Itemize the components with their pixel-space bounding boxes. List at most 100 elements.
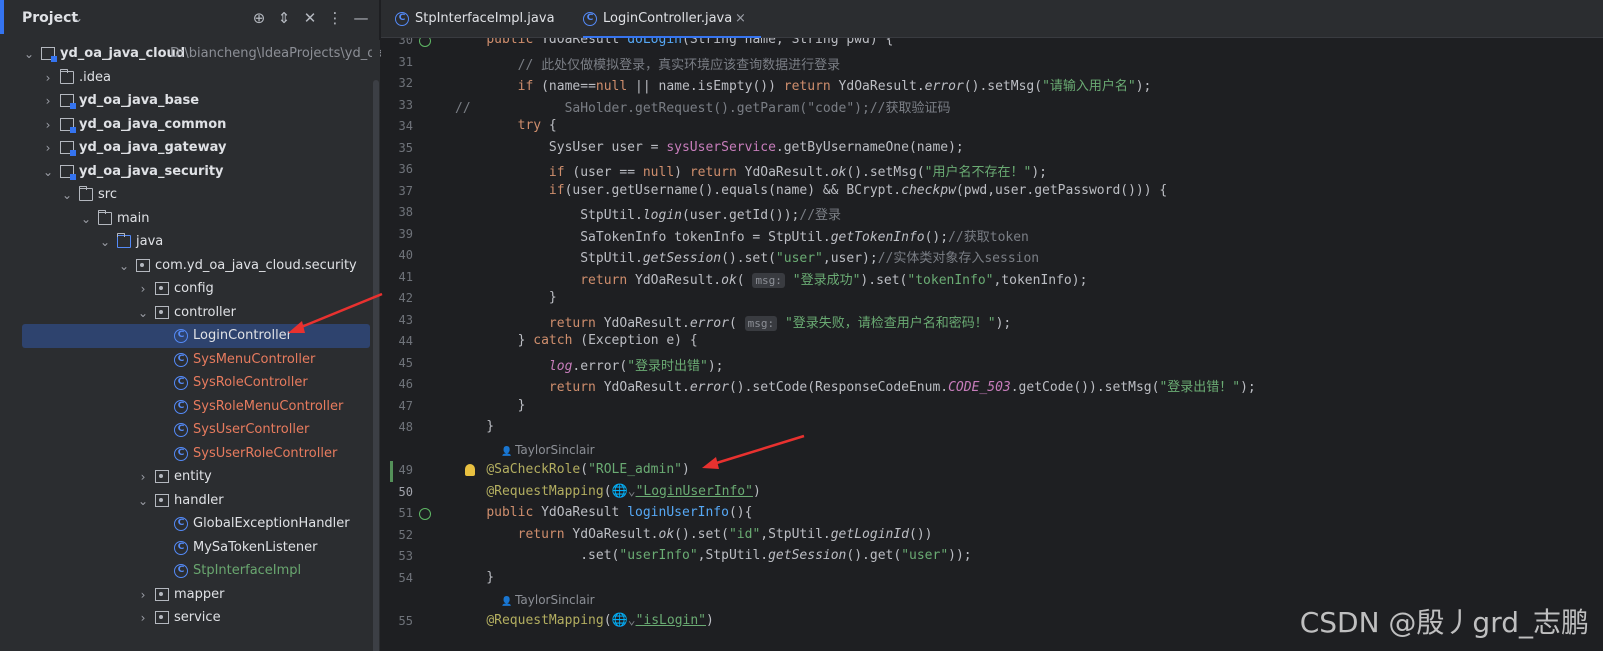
tree-item-sysmenucontroller[interactable]: C SysMenuController bbox=[0, 348, 372, 372]
chevron-down-icon[interactable]: ⌄ bbox=[136, 489, 150, 513]
chevron-right-icon[interactable]: › bbox=[41, 66, 55, 90]
chevron-right-icon[interactable]: › bbox=[136, 583, 150, 607]
tree-item-label: yd_oa_java_gateway bbox=[79, 140, 227, 155]
class-icon: C bbox=[174, 540, 188, 555]
package-icon bbox=[155, 611, 169, 624]
line-number: 36 bbox=[398, 162, 413, 176]
chevron-down-icon[interactable]: ⌄ bbox=[60, 183, 74, 207]
tree-item-sysusercontroller[interactable]: C SysUserController bbox=[0, 418, 372, 442]
chevron-down-icon[interactable]: ⌄ bbox=[79, 207, 93, 231]
collapse-all-icon[interactable]: ✕ bbox=[301, 8, 319, 28]
code-line[interactable]: } bbox=[455, 290, 557, 305]
tree-item-yd-oa-java-cloud[interactable]: ⌄ yd_oa_java_cloud D:\biancheng\IdeaProjec… bbox=[0, 42, 393, 66]
tree-item-com-yd-oa-java-cloud-security[interactable]: ⌄ com.yd_oa_java_cloud.security bbox=[0, 254, 372, 278]
tree-item-yd-oa-java-base[interactable]: › yd_oa_java_base bbox=[0, 89, 372, 113]
tree-item-sysrolecontroller[interactable]: C SysRoleController bbox=[0, 371, 372, 395]
line-number: 49 bbox=[398, 463, 413, 477]
line-number: 43 bbox=[398, 312, 413, 327]
code-line[interactable]: if (user == null) return YdOaResult.ok()… bbox=[455, 161, 1047, 180]
code-line[interactable]: return YdOaResult.error().setCode(Respon… bbox=[455, 376, 1256, 395]
code-line[interactable]: StpUtil.login(user.getId());//登录 bbox=[455, 204, 841, 223]
code-line[interactable]: log.error("登录时出错"); bbox=[455, 355, 724, 374]
folder-icon bbox=[60, 68, 74, 84]
tree-item-config[interactable]: › config bbox=[0, 277, 372, 301]
chevron-right-icon[interactable]: › bbox=[136, 465, 150, 489]
chevron-down-icon[interactable]: ⌄ bbox=[73, 11, 83, 25]
chevron-right-icon[interactable]: › bbox=[41, 113, 55, 137]
tree-item-stpinterfaceimpl[interactable]: C StpInterfaceImpl bbox=[0, 559, 372, 583]
chevron-right-icon[interactable]: › bbox=[41, 89, 55, 113]
code-line[interactable]: public YdOaResult loginUserInfo(){ bbox=[455, 505, 752, 520]
code-line[interactable]: } bbox=[455, 570, 494, 585]
code-line[interactable]: @RequestMapping(🌐⌄"LoginUserInfo") bbox=[455, 484, 760, 499]
line-number: 37 bbox=[398, 183, 413, 198]
code-line[interactable]: // 此处仅做模拟登录，真实环境应该查询数据进行登录 bbox=[455, 54, 840, 73]
tree-item-main[interactable]: ⌄ main bbox=[0, 207, 372, 231]
endpoint-gutter-icon[interactable] bbox=[419, 38, 431, 47]
tree-item-handler[interactable]: ⌄ handler bbox=[0, 489, 372, 513]
package-icon bbox=[155, 305, 169, 319]
chevron-right-icon[interactable]: › bbox=[41, 136, 55, 160]
tree-item-src[interactable]: ⌄ src bbox=[0, 183, 372, 207]
tree-item-globalexceptionhandler[interactable]: C GlobalExceptionHandler bbox=[0, 512, 372, 536]
tab-logincontroller[interactable]: C LoginController.java × bbox=[583, 0, 761, 38]
code-line[interactable]: .set("userInfo",StpUtil.getSession().get… bbox=[455, 548, 971, 563]
author-inlay-hint[interactable]: TaylorSinclair bbox=[501, 593, 595, 607]
code-editor[interactable]: 30 public YdOaResult doLogin(String name… bbox=[381, 38, 1603, 651]
chevron-down-icon[interactable]: ⌄ bbox=[22, 42, 36, 66]
chevron-down-icon[interactable]: ⌄ bbox=[136, 301, 150, 325]
tree-item-yd-oa-java-common[interactable]: › yd_oa_java_common bbox=[0, 113, 372, 137]
code-line[interactable]: @SaCheckRole("ROLE_admin") bbox=[455, 462, 690, 477]
scrollbar-thumb[interactable] bbox=[373, 80, 379, 651]
package-icon bbox=[155, 470, 169, 483]
tree-item-mysatokenlistener[interactable]: C MySaTokenListener bbox=[0, 536, 372, 560]
code-line[interactable]: try { bbox=[455, 118, 557, 133]
tree-item--idea[interactable]: › .idea bbox=[0, 66, 372, 90]
code-line[interactable]: return YdOaResult.ok( msg: "登录成功").set("… bbox=[455, 269, 1087, 288]
package-icon bbox=[136, 258, 150, 272]
tree-item-java[interactable]: ⌄ java bbox=[0, 230, 372, 254]
tree-scrollbar[interactable] bbox=[372, 40, 380, 651]
tree-item-mapper[interactable]: › mapper bbox=[0, 583, 372, 607]
code-line[interactable]: } bbox=[455, 419, 494, 434]
more-options-icon[interactable]: ⋮ bbox=[326, 8, 344, 28]
code-line[interactable]: @RequestMapping(🌐⌄"isLogin") bbox=[455, 613, 714, 628]
module-icon bbox=[41, 47, 57, 62]
chevron-down-icon[interactable]: ⌄ bbox=[117, 254, 131, 278]
tree-item-logincontroller[interactable]: C LoginController bbox=[22, 324, 370, 348]
code-line[interactable]: return YdOaResult.ok().set("id",StpUtil.… bbox=[455, 527, 933, 542]
vcs-change-marker[interactable] bbox=[390, 461, 393, 482]
code-line[interactable]: if (name==null || name.isEmpty()) return… bbox=[455, 75, 1152, 94]
tree-item-yd-oa-java-gateway[interactable]: › yd_oa_java_gateway bbox=[0, 136, 372, 160]
tree-item-yd-oa-java-security[interactable]: ⌄ yd_oa_java_security bbox=[0, 160, 372, 184]
tree-item-label: yd_oa_java_common bbox=[79, 116, 227, 132]
tab-stpinterfaceimpl[interactable]: C StpInterfaceImpl.java bbox=[395, 0, 565, 38]
code-line[interactable]: public YdOaResult doLogin(String name, S… bbox=[455, 38, 893, 47]
chevron-right-icon[interactable]: › bbox=[136, 277, 150, 301]
tree-item-entity[interactable]: › entity bbox=[0, 465, 372, 489]
tree-item-sysrolemenucontroller[interactable]: C SysRoleMenuController bbox=[0, 395, 372, 419]
code-line[interactable]: SaTokenInfo tokenInfo = StpUtil.getToken… bbox=[455, 226, 1029, 245]
code-line[interactable]: StpUtil.getSession().set("user",user);//… bbox=[455, 247, 1039, 266]
tree-item-sysuserrolecontroller[interactable]: C SysUserRoleController bbox=[0, 442, 372, 466]
crosshair-icon[interactable]: ⊕ bbox=[250, 8, 268, 28]
code-line[interactable]: } catch (Exception e) { bbox=[455, 333, 698, 348]
author-inlay-hint[interactable]: TaylorSinclair bbox=[501, 443, 595, 457]
endpoint-gutter-icon[interactable] bbox=[419, 508, 431, 520]
close-tab-icon[interactable]: × bbox=[735, 0, 746, 38]
code-line[interactable]: return YdOaResult.error( msg: "登录失败，请检查用… bbox=[455, 312, 1011, 331]
minimize-icon[interactable]: — bbox=[352, 8, 370, 28]
editor-tab-bar: C StpInterfaceImpl.java C LoginControlle… bbox=[381, 0, 1603, 38]
tree-item-service[interactable]: › service bbox=[0, 606, 372, 630]
code-line[interactable]: } bbox=[455, 398, 526, 413]
chevron-down-icon[interactable]: ⌄ bbox=[98, 230, 112, 254]
code-line[interactable]: // SaHolder.getRequest().getParam("code"… bbox=[455, 97, 950, 116]
code-line[interactable]: SysUser user = sysUserService.getByUsern… bbox=[455, 140, 964, 155]
chevron-down-icon[interactable]: ⌄ bbox=[41, 160, 55, 184]
line-number: 41 bbox=[398, 269, 413, 284]
tree-item-controller[interactable]: ⌄ controller bbox=[0, 301, 372, 325]
chevron-right-icon[interactable]: › bbox=[136, 606, 150, 630]
expand-collapse-icon[interactable]: ⇕ bbox=[275, 8, 293, 28]
code-line[interactable]: if(user.getUsername().equals(name) && BC… bbox=[455, 183, 1167, 198]
project-panel-title[interactable]: Project bbox=[22, 10, 78, 26]
